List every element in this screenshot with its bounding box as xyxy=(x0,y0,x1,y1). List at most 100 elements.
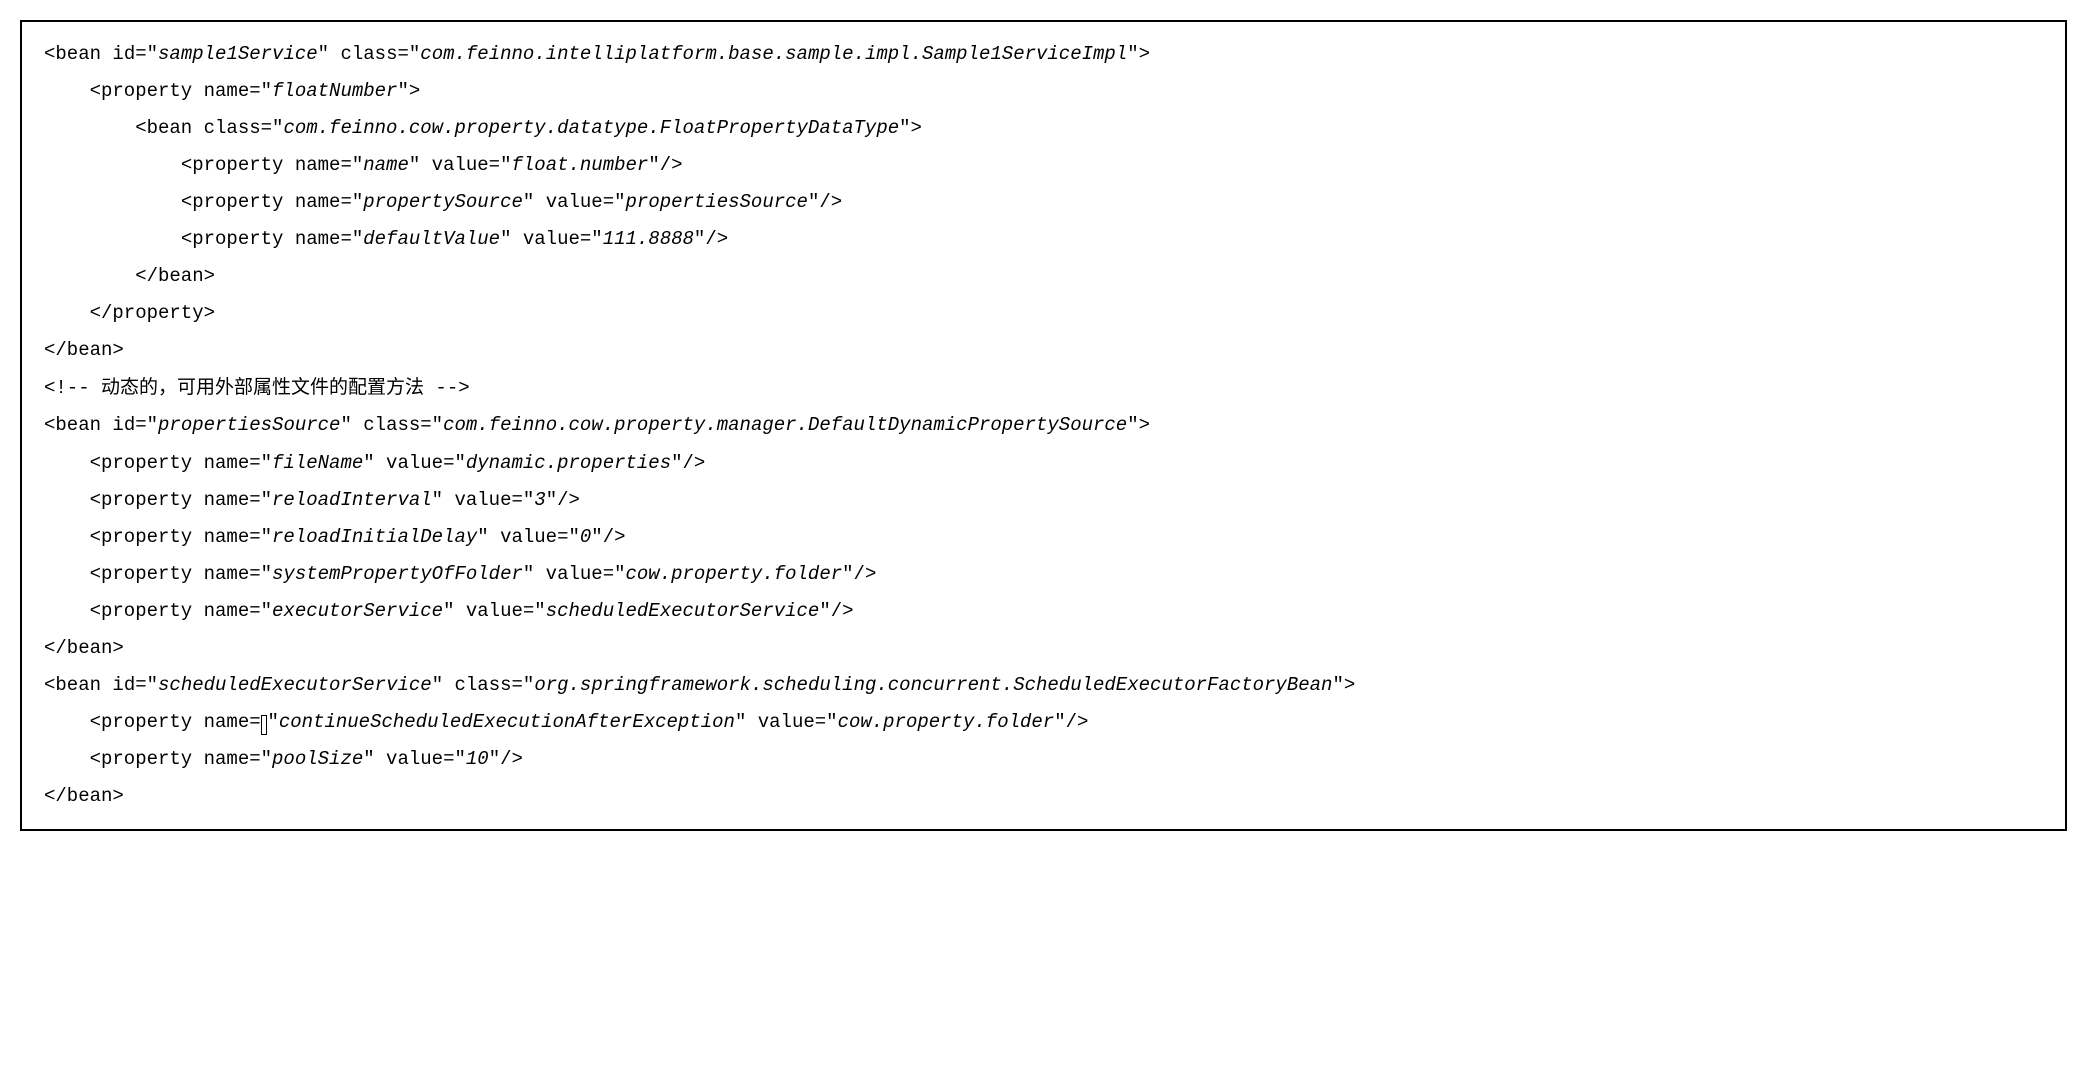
text: </bean> xyxy=(44,785,124,807)
code-line: </bean> xyxy=(44,630,2043,667)
code-line: <property name="propertySource" value="p… xyxy=(44,184,2043,221)
property-value: 0 xyxy=(580,526,591,548)
text: "/> xyxy=(842,563,876,585)
property-name: name xyxy=(363,154,409,176)
text: " xyxy=(267,711,278,733)
text: --> xyxy=(424,377,470,399)
text: </property> xyxy=(90,302,215,324)
text: "/> xyxy=(1054,711,1088,733)
code-line: </bean> xyxy=(44,258,2043,295)
code-line: <property name="name" value="float.numbe… xyxy=(44,147,2043,184)
code-line: <property name="reloadInterval" value="3… xyxy=(44,482,2043,519)
text: " value=" xyxy=(523,191,626,213)
text: "/> xyxy=(546,489,580,511)
text: "> xyxy=(899,117,922,139)
text: "> xyxy=(1127,414,1150,436)
bean-id: scheduledExecutorService xyxy=(158,674,432,696)
code-line: </property> xyxy=(44,295,2043,332)
property-name: systemPropertyOfFolder xyxy=(272,563,523,585)
text: " value=" xyxy=(477,526,580,548)
text: " value=" xyxy=(363,452,466,474)
text: " class=" xyxy=(432,674,535,696)
property-value: 3 xyxy=(534,489,545,511)
text: <property name=" xyxy=(90,80,272,102)
text: "/> xyxy=(489,748,523,770)
text: <property name=" xyxy=(90,748,272,770)
text: <bean id=" xyxy=(44,43,158,65)
code-line: <bean id="scheduledExecutorService" clas… xyxy=(44,667,2043,704)
text: <property name=" xyxy=(90,489,272,511)
property-name: reloadInitialDelay xyxy=(272,526,477,548)
bean-id: sample1Service xyxy=(158,43,318,65)
bean-class: com.feinno.cow.property.manager.DefaultD… xyxy=(443,414,1127,436)
text: " value=" xyxy=(735,711,838,733)
text: <bean id=" xyxy=(44,674,158,696)
bean-class: org.springframework.scheduling.concurren… xyxy=(534,674,1332,696)
xml-comment: <!-- 动态的，可用外部属性文件的配置方法 --> xyxy=(44,369,2043,407)
bean-class: com.feinno.cow.property.datatype.FloatPr… xyxy=(283,117,899,139)
property-value: 10 xyxy=(466,748,489,770)
property-name: propertySource xyxy=(363,191,523,213)
property-name: executorService xyxy=(272,600,443,622)
property-name: poolSize xyxy=(272,748,363,770)
property-value: cow.property.folder xyxy=(626,563,843,585)
text: " value=" xyxy=(523,563,626,585)
property-value: float.number xyxy=(511,154,648,176)
property-value: scheduledExecutorService xyxy=(546,600,820,622)
text: "/> xyxy=(819,600,853,622)
code-line: <property name="defaultValue" value="111… xyxy=(44,221,2043,258)
code-line: <property name="floatNumber"> xyxy=(44,73,2043,110)
code-line: <property name="reloadInitialDelay" valu… xyxy=(44,519,2043,556)
text: <property name=" xyxy=(90,600,272,622)
code-line: <property name="systemPropertyOfFolder" … xyxy=(44,556,2043,593)
text: "> xyxy=(1127,43,1150,65)
code-line: <property name="executorService" value="… xyxy=(44,593,2043,630)
bean-class: com.feinno.intelliplatform.base.sample.i… xyxy=(420,43,1127,65)
text: " class=" xyxy=(318,43,421,65)
text: " class=" xyxy=(340,414,443,436)
code-line: <property name="fileName" value="dynamic… xyxy=(44,445,2043,482)
text: <property name=" xyxy=(90,452,272,474)
code-line: <property name="poolSize" value="10"/> xyxy=(44,741,2043,778)
text: "> xyxy=(1332,674,1355,696)
text: <property name=" xyxy=(90,563,272,585)
code-line: <property name= "continueScheduledExecuti… xyxy=(44,704,2043,741)
property-name: continueScheduledExecutionAfterException xyxy=(279,711,735,733)
text: "> xyxy=(397,80,420,102)
bean-id: propertiesSource xyxy=(158,414,340,436)
text: <property name=" xyxy=(90,526,272,548)
text: " value=" xyxy=(409,154,512,176)
text: <property name=" xyxy=(181,228,363,250)
text: </bean> xyxy=(44,339,124,361)
text: "/> xyxy=(591,526,625,548)
text: </bean> xyxy=(44,637,124,659)
property-name: floatNumber xyxy=(272,80,397,102)
code-line: <bean id="propertiesSource" class="com.f… xyxy=(44,407,2043,444)
text: <bean id=" xyxy=(44,414,158,436)
code-line: </bean> xyxy=(44,778,2043,815)
property-name: reloadInterval xyxy=(272,489,432,511)
property-name: defaultValue xyxy=(363,228,500,250)
text: <property name=" xyxy=(181,154,363,176)
property-name: fileName xyxy=(272,452,363,474)
text: "/> xyxy=(648,154,682,176)
property-value: dynamic.properties xyxy=(466,452,671,474)
text: "/> xyxy=(808,191,842,213)
text: "/> xyxy=(671,452,705,474)
text: " value=" xyxy=(432,489,535,511)
text: " value=" xyxy=(443,600,546,622)
text: "/> xyxy=(694,228,728,250)
text: <property name= xyxy=(90,711,261,733)
property-value: 111.8888 xyxy=(603,228,694,250)
code-line: <bean class="com.feinno.cow.property.dat… xyxy=(44,110,2043,147)
text: <property name=" xyxy=(181,191,363,213)
code-block: <bean id="sample1Service" class="com.fei… xyxy=(20,20,2067,831)
property-value: cow.property.folder xyxy=(838,711,1055,733)
text: </bean> xyxy=(135,265,215,287)
text: " value=" xyxy=(500,228,603,250)
text: <!-- xyxy=(44,377,101,399)
code-line: <bean id="sample1Service" class="com.fei… xyxy=(44,36,2043,73)
comment-text: 动态的，可用外部属性文件的配置方法 xyxy=(101,377,424,398)
text: <bean class=" xyxy=(135,117,283,139)
text: " value=" xyxy=(363,748,466,770)
